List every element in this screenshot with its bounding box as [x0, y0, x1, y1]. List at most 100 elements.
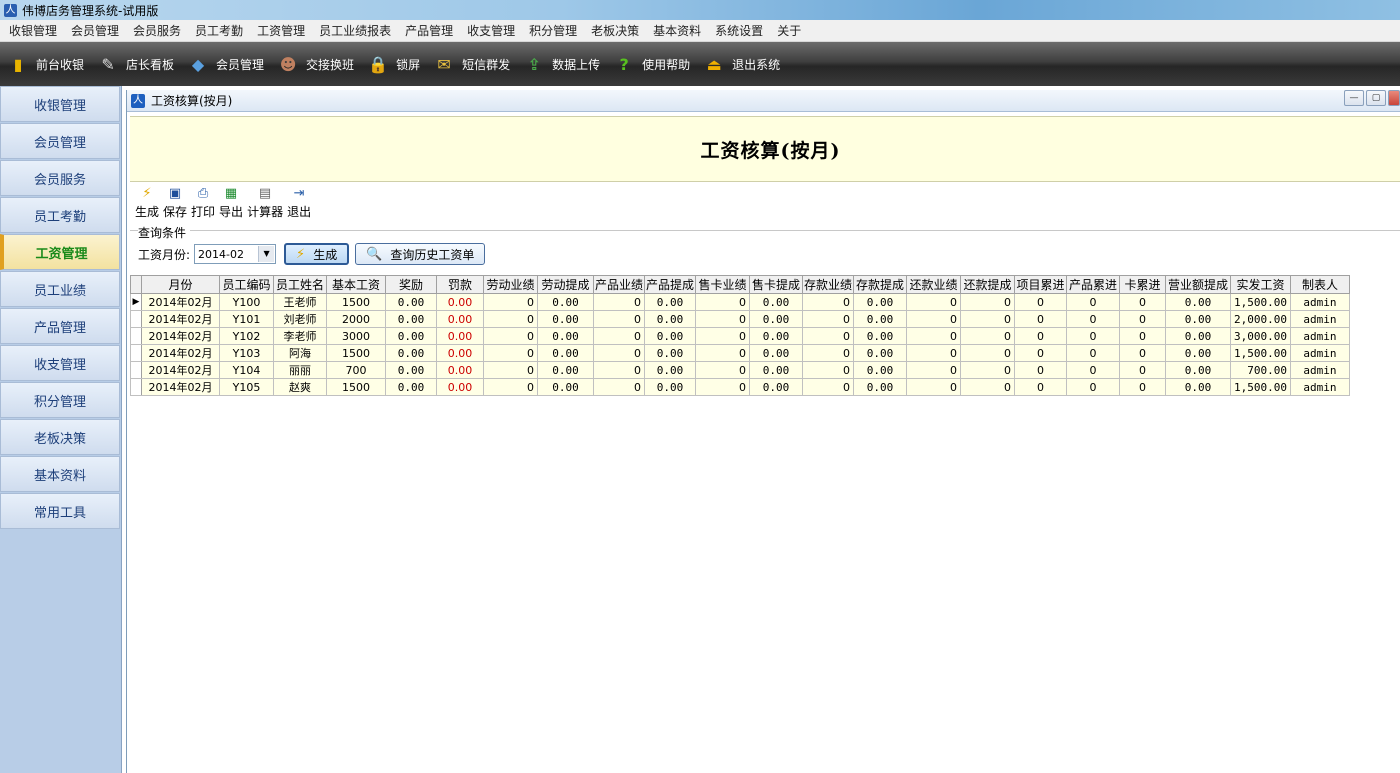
window-icon: 人 [131, 93, 145, 108]
column-header-13[interactable]: 存款提成 [853, 275, 907, 294]
menu-item-10[interactable]: 基本资料 [646, 22, 708, 39]
form-toolbar: ⚡ 生成 ▣ 保存 ⎙ 打印 ▦ 导出 ▤ 计算器 ⇥ 退出 [135, 185, 315, 220]
menu-item-7[interactable]: 收支管理 [460, 22, 522, 39]
minimize-button[interactable]: — [1344, 90, 1364, 106]
chevron-down-icon[interactable]: ▼ [258, 246, 275, 262]
column-header-9[interactable]: 产品提成 [644, 275, 696, 294]
table-row[interactable]: 2014年02月 Y102 李老师 3000 0.00 0.00 0 0.00 0 0.00 0 0.… [130, 327, 1350, 345]
nav-item-3[interactable]: 员工考勤 [0, 197, 120, 233]
nav-item-6[interactable]: 产品管理 [0, 308, 120, 344]
column-header-0[interactable]: 月份 [141, 275, 220, 294]
nav-item-5[interactable]: 员工业绩 [0, 271, 120, 307]
cell-产品累进: 0 [1066, 327, 1120, 345]
column-header-21[interactable]: 制表人 [1289, 275, 1350, 294]
toolbar-button-1[interactable]: ✎ 店长看板 [94, 44, 174, 84]
cell-还款提成: 0 [960, 361, 1015, 379]
column-header-4[interactable]: 奖励 [385, 275, 437, 294]
column-header-19[interactable]: 营业额提成 [1165, 275, 1231, 294]
column-header-15[interactable]: 还款提成 [960, 275, 1015, 294]
menu-item-2[interactable]: 会员服务 [126, 22, 188, 39]
menu-item-0[interactable]: 收银管理 [2, 22, 64, 39]
menu-item-1[interactable]: 会员管理 [64, 22, 126, 39]
column-header-10[interactable]: 售卡业绩 [695, 275, 750, 294]
form-tool-4[interactable]: ▤ 计算器 [247, 185, 283, 220]
table-row[interactable]: 2014年02月 Y105 赵爽 1500 0.00 0.00 0 0.00 0 0.00 0 0.0… [130, 378, 1350, 396]
menu-item-12[interactable]: 关于 [770, 22, 808, 39]
column-header-14[interactable]: 还款业绩 [906, 275, 961, 294]
help-icon: ? [619, 54, 629, 74]
row-selector[interactable] [130, 344, 142, 362]
toolbar-button-6[interactable]: ⇪ 数据上传 [520, 44, 600, 84]
toolbar-button-5[interactable]: ✉ 短信群发 [430, 44, 510, 84]
cell-产品累进: 0 [1066, 378, 1120, 396]
salary-grid: 月份 员工编码 员工姓名 基本工资 奖励 罚款 劳动业绩 劳动提成 产品业绩 产品提成 售卡业绩 售卡… [130, 275, 1400, 773]
toolbar-button-3[interactable]: ☻ 交接换班 [274, 44, 354, 84]
cell-基本工资: 1500 [326, 293, 386, 311]
cell-卡累进: 0 [1119, 361, 1166, 379]
toolbar-button-0[interactable]: ▮ 前台收银 [4, 44, 84, 84]
menu-item-3[interactable]: 员工考勤 [188, 22, 250, 39]
nav-item-2[interactable]: 会员服务 [0, 160, 120, 196]
column-header-11[interactable]: 售卡提成 [749, 275, 803, 294]
menu-item-8[interactable]: 积分管理 [522, 22, 584, 39]
column-header-8[interactable]: 产品业绩 [593, 275, 645, 294]
nav-item-7[interactable]: 收支管理 [0, 345, 120, 381]
column-header-20[interactable]: 实发工资 [1230, 275, 1291, 294]
column-header-1[interactable]: 员工编码 [219, 275, 274, 294]
column-header-18[interactable]: 卡累进 [1119, 275, 1166, 294]
nav-item-4[interactable]: 工资管理 [0, 234, 120, 270]
generate-button[interactable]: ⚡ 生成 [284, 243, 350, 265]
month-select[interactable]: 2014-02 ▼ [194, 244, 277, 264]
column-header-2[interactable]: 员工姓名 [273, 275, 327, 294]
column-header-5[interactable]: 罚款 [436, 275, 484, 294]
column-header-3[interactable]: 基本工资 [326, 275, 386, 294]
table-row[interactable]: ▶ 2014年02月 Y100 王老师 1500 0.00 0.00 0 0.00 0 0.00 0 0… [130, 293, 1350, 311]
table-row[interactable]: 2014年02月 Y101 刘老师 2000 0.00 0.00 0 0.00 0 0.00 0 0.… [130, 310, 1350, 328]
row-selector[interactable] [130, 327, 142, 345]
nav-item-0[interactable]: 收银管理 [0, 86, 120, 122]
table-row[interactable]: 2014年02月 Y104 丽丽 700 0.00 0.00 0 0.00 0 0.00 0 0.00… [130, 361, 1350, 379]
form-tool-0[interactable]: ⚡ 生成 [135, 185, 159, 220]
cell-实发工资: 700.00 [1230, 361, 1291, 379]
column-header-12[interactable]: 存款业绩 [802, 275, 854, 294]
form-tool-2[interactable]: ⎙ 打印 [191, 185, 215, 220]
cell-存款提成: 0.00 [853, 378, 907, 396]
generate-button-label: 生成 [313, 247, 338, 262]
row-selector[interactable] [130, 310, 142, 328]
toolbar-button-2[interactable]: ◆ 会员管理 [184, 44, 264, 84]
row-selector[interactable] [130, 361, 142, 379]
menu-item-4[interactable]: 工资管理 [250, 22, 312, 39]
column-header-6[interactable]: 劳动业绩 [483, 275, 538, 294]
restore-button[interactable]: ▢ [1366, 90, 1386, 106]
menu-item-9[interactable]: 老板决策 [584, 22, 646, 39]
toolbar-button-7[interactable]: ? 使用帮助 [610, 44, 690, 84]
history-button[interactable]: 🔍 查询历史工资单 [355, 243, 486, 265]
cell-营业额提成: 0.00 [1165, 310, 1231, 328]
nav-item-11[interactable]: 常用工具 [0, 493, 120, 529]
form-tool-1[interactable]: ▣ 保存 [163, 185, 187, 220]
nav-item-9[interactable]: 老板决策 [0, 419, 120, 455]
toolbar-label-6: 数据上传 [552, 57, 601, 72]
cell-营业额提成: 0.00 [1165, 378, 1231, 396]
column-header-16[interactable]: 项目累进 [1014, 275, 1067, 294]
cell-制表人: admin [1289, 327, 1350, 345]
table-row[interactable]: 2014年02月 Y103 阿海 1500 0.00 0.00 0 0.00 0 0.00 0 0.0… [130, 344, 1350, 362]
window-controls: — ▢ [1342, 90, 1400, 106]
column-header-17[interactable]: 产品累进 [1066, 275, 1120, 294]
row-selector[interactable] [130, 378, 142, 396]
menu-item-6[interactable]: 产品管理 [398, 22, 460, 39]
toolbar-button-4[interactable]: 🔒 锁屏 [364, 44, 420, 84]
form-tool-3[interactable]: ▦ 导出 [219, 185, 243, 220]
form-tool-5[interactable]: ⇥ 退出 [287, 185, 311, 220]
menu-item-11[interactable]: 系统设置 [708, 22, 770, 39]
search-icon: 🔍 [366, 246, 383, 262]
column-header-7[interactable]: 劳动提成 [537, 275, 594, 294]
child-window-title: 工资核算(按月) [151, 94, 233, 108]
toolbar-button-8[interactable]: ⏏ 退出系统 [700, 44, 781, 84]
nav-item-1[interactable]: 会员管理 [0, 123, 120, 159]
nav-item-8[interactable]: 积分管理 [0, 382, 120, 418]
menu-item-5[interactable]: 员工业绩报表 [312, 22, 398, 39]
row-selector[interactable]: ▶ [130, 293, 142, 311]
close-button[interactable] [1388, 90, 1400, 106]
nav-item-10[interactable]: 基本资料 [0, 456, 120, 492]
